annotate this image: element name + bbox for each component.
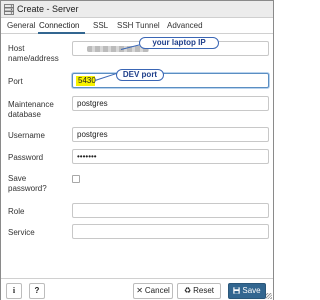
connection-form: Host name/address Port 5430 Maintenance … xyxy=(1,35,273,278)
cancel-label: Cancel xyxy=(144,286,170,295)
password-label: Password xyxy=(8,153,44,162)
service-field[interactable] xyxy=(72,224,269,239)
password-field[interactable]: ••••••• xyxy=(72,149,269,164)
role-label: Role xyxy=(8,207,25,216)
recycle-icon: ♻ xyxy=(183,286,192,295)
service-label: Service xyxy=(8,228,35,237)
save-button[interactable]: Save xyxy=(228,283,266,299)
reset-button[interactable]: ♻ Reset xyxy=(177,283,221,299)
close-icon: ✕ xyxy=(136,286,143,295)
save-password-label-line2: password? xyxy=(8,184,47,193)
save-label: Save xyxy=(242,286,261,295)
tab-connection[interactable]: Connection xyxy=(39,21,79,30)
active-tab-indicator xyxy=(38,32,85,34)
port-callout: DEV port xyxy=(116,69,164,81)
maintenance-db-field[interactable]: postgres xyxy=(72,96,269,111)
username-label: Username xyxy=(8,131,45,140)
help-button[interactable]: ? xyxy=(29,283,45,299)
help-icon: ? xyxy=(34,286,40,295)
tab-ssl[interactable]: SSL xyxy=(93,21,108,30)
tab-advanced[interactable]: Advanced xyxy=(167,21,203,30)
maintenance-db-value: postgres xyxy=(77,99,108,108)
maintenance-db-label-line2: database xyxy=(8,110,41,119)
dialog-title: Create - Server xyxy=(17,4,79,14)
port-field[interactable]: 5430 xyxy=(72,73,269,88)
password-value: ••••••• xyxy=(77,152,97,161)
port-value: 5430 xyxy=(78,76,96,85)
title-bar[interactable]: Create - Server xyxy=(1,1,273,18)
dialog-footer: i ? ✕ Cancel ♻ Reset Save xyxy=(1,278,273,300)
server-icon xyxy=(4,4,14,15)
create-server-dialog: Create - Server General Connection SSL S… xyxy=(0,0,274,300)
info-button[interactable]: i xyxy=(6,283,22,299)
host-label-line1: Host xyxy=(8,44,25,53)
resize-grip[interactable] xyxy=(266,293,272,299)
reset-label: Reset xyxy=(193,286,215,295)
floppy-disk-icon xyxy=(233,287,241,294)
maintenance-db-label-line1: Maintenance xyxy=(8,100,54,109)
port-label: Port xyxy=(8,77,23,86)
save-password-label-line1: Save xyxy=(8,174,27,183)
cancel-button[interactable]: ✕ Cancel xyxy=(133,283,173,299)
host-callout: your laptop IP xyxy=(139,37,219,49)
tab-ssh-tunnel[interactable]: SSH Tunnel xyxy=(117,21,160,30)
username-value: postgres xyxy=(77,130,108,139)
role-field[interactable] xyxy=(72,203,269,218)
tab-general[interactable]: General xyxy=(7,21,35,30)
tab-bar: General Connection SSL SSH Tunnel Advanc… xyxy=(1,18,273,34)
host-label-line2: name/address xyxy=(8,54,59,63)
save-password-checkbox[interactable] xyxy=(72,175,80,183)
username-field[interactable]: postgres xyxy=(72,127,269,142)
info-icon: i xyxy=(12,286,16,295)
